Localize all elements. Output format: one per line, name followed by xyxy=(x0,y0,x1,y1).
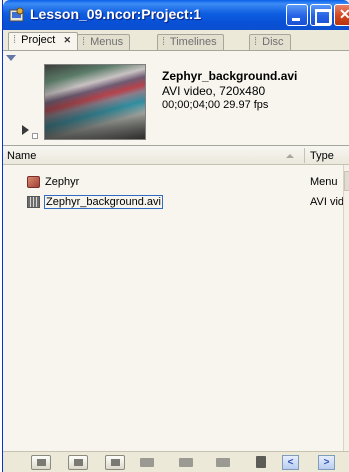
new-menu-button[interactable] xyxy=(31,455,51,470)
play-icon[interactable] xyxy=(22,125,29,135)
item-type: Menu xyxy=(310,176,338,188)
close-tab-icon[interactable]: ✕ xyxy=(63,35,71,46)
import-asset-icon[interactable] xyxy=(179,458,193,467)
column-header: Name Type xyxy=(3,145,349,165)
scrollbar-thumb[interactable] xyxy=(344,171,349,191)
tab-project[interactable]: ⁞ Project ✕ xyxy=(8,32,78,50)
tab-timelines[interactable]: ⁞ Timelines xyxy=(157,34,224,50)
list-item[interactable]: Zephyr Menu xyxy=(3,174,343,191)
window-title: Lesson_09.ncor:Project:1 xyxy=(30,6,202,22)
minimize-button[interactable] xyxy=(286,4,308,26)
preview-file-name: Zephyr_background.avi xyxy=(162,69,298,83)
preview-duration: 00;00;04;00 29.97 fps xyxy=(162,99,269,111)
tab-timelines-label: Timelines xyxy=(169,36,217,48)
scroll-left-button[interactable]: < xyxy=(282,455,299,470)
bottom-toolbar: < > xyxy=(3,451,349,472)
project-window: Lesson_09.ncor:Project:1 ⁞ Project ✕ ⁞ M… xyxy=(2,0,349,472)
tab-disc[interactable]: ⁞ Disc xyxy=(249,34,291,50)
tab-project-label: Project xyxy=(21,34,56,46)
sort-ascending-icon xyxy=(286,154,294,158)
title-bar[interactable]: Lesson_09.ncor:Project:1 xyxy=(3,0,349,30)
collapse-triangle-icon[interactable] xyxy=(6,55,16,61)
encore-app-icon xyxy=(9,7,24,22)
import-icon[interactable] xyxy=(140,458,154,467)
video-thumbnail xyxy=(44,64,146,140)
item-name: Zephyr xyxy=(45,176,80,188)
tab-menus[interactable]: ⁞ Menus xyxy=(77,34,131,50)
preview-area: Zephyr_background.avi AVI video, 720x480… xyxy=(3,50,349,145)
scroll-right-button[interactable]: > xyxy=(318,455,335,470)
slideshow-glyph-icon xyxy=(111,459,120,466)
item-name: Zephyr_background.avi xyxy=(44,195,163,209)
tab-menus-label: Menus xyxy=(90,36,124,48)
poster-frame-marker xyxy=(32,133,38,139)
tab-grip-icon: ⁞ xyxy=(162,36,166,48)
project-item-list: Zephyr Menu Zephyr_background.avi AVI vi… xyxy=(3,165,345,451)
close-window-button[interactable] xyxy=(334,4,349,26)
maximize-button[interactable] xyxy=(310,4,332,26)
column-name-header[interactable]: Name xyxy=(7,150,36,162)
panel-tabs: ⁞ Project ✕ ⁞ Menus ⁞ Timelines ⁞ Disc xyxy=(3,30,349,50)
menu-glyph-icon xyxy=(37,459,46,466)
slideshow-icon[interactable] xyxy=(216,458,230,467)
trash-icon[interactable] xyxy=(256,456,266,468)
tab-grip-icon: ⁞ xyxy=(254,36,258,48)
list-item[interactable]: Zephyr_background.avi AVI vid xyxy=(3,194,345,211)
preview-file-type: AVI video, 720x480 xyxy=(162,84,266,98)
video-file-icon xyxy=(27,196,40,208)
tab-disc-label: Disc xyxy=(262,36,284,48)
new-slideshow-button[interactable] xyxy=(105,455,125,470)
vertical-scrollbar[interactable] xyxy=(343,165,349,451)
column-type-header[interactable]: Type xyxy=(310,150,334,162)
menu-icon xyxy=(27,176,40,188)
timeline-glyph-icon xyxy=(74,459,83,466)
tab-grip-icon: ⁞ xyxy=(13,34,17,46)
item-type: AVI vid xyxy=(310,196,345,208)
new-timeline-button[interactable] xyxy=(68,455,88,470)
column-divider[interactable] xyxy=(304,148,305,163)
tab-grip-icon: ⁞ xyxy=(82,36,86,48)
